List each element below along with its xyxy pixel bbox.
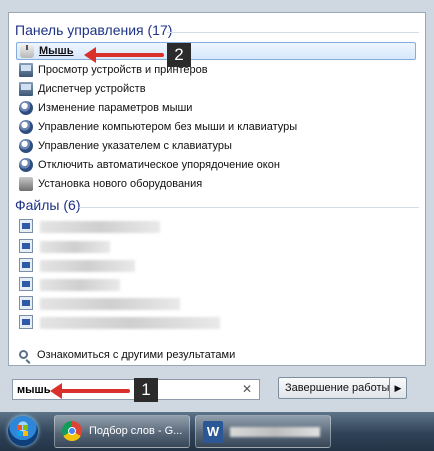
word-file-icon [19,258,33,272]
screen: Панель управления (17) Мышь Просмотр уст… [0,0,434,451]
shutdown-button[interactable]: Завершение работы [278,377,406,399]
device-manager-icon [19,82,33,96]
result-item-label: Управление указателем с клавиатуры [38,140,232,152]
redacted-label [40,279,120,291]
taskbar-button-word[interactable]: W [195,415,331,448]
see-more-label: Ознакомиться с другими результатами [37,349,236,361]
group-divider [79,207,419,208]
result-item-no-mouse-keyboard[interactable]: Управление компьютером без мыши и клавиа… [16,119,416,137]
result-item-device-manager[interactable]: Диспетчер устройств [16,81,416,99]
result-item-label: Мышь [39,45,74,57]
result-item-mouse-settings[interactable]: Изменение параметров мыши [16,100,416,118]
word-file-icon [19,296,33,310]
result-item-label: Диспетчер устройств [38,83,146,95]
redacted-label [40,298,180,310]
taskbar-button-chrome[interactable]: Подбор слов - G... [54,415,190,448]
control-panel-group-title[interactable]: Панель управления (17) [15,22,172,38]
result-item-devices-printers[interactable]: Просмотр устройств и принтеров [16,62,416,80]
ease-of-access-icon [19,120,33,134]
shutdown-label: Завершение работы [285,382,390,394]
start-menu: Панель управления (17) Мышь Просмотр уст… [0,0,434,412]
file-result-item[interactable] [16,257,416,275]
result-item-mouse[interactable]: Мышь [16,42,416,60]
search-icon [19,350,28,359]
word-file-icon [19,277,33,291]
result-item-label: Изменение параметров мыши [38,102,193,114]
file-result-item[interactable] [16,218,416,236]
result-item-label: Отключить автоматическое упорядочение ок… [38,159,280,171]
file-result-item[interactable] [16,238,416,256]
redacted-label [230,427,320,437]
file-result-item[interactable] [16,314,416,332]
annotation-badge-1: 1 [134,378,158,402]
hardware-icon [19,177,33,191]
shutdown-options-button[interactable]: ▶ [389,377,407,399]
devices-icon [19,63,33,77]
group-divider [167,32,419,33]
search-results-pane: Панель управления (17) Мышь Просмотр уст… [8,12,426,366]
word-file-icon [19,315,33,329]
chevron-right-icon: ▶ [394,383,402,393]
result-item-label: Установка нового оборудования [38,178,203,190]
windows-logo-icon [17,425,29,437]
ease-of-access-icon [19,139,33,153]
ease-of-access-icon [19,158,33,172]
word-file-icon [19,239,33,253]
redacted-label [40,260,135,272]
redacted-label [40,241,110,253]
image-file-icon [19,219,33,233]
annotation-arrow-1 [50,383,130,399]
result-item-window-arrange[interactable]: Отключить автоматическое упорядочение ок… [16,157,416,175]
redacted-label [40,317,220,329]
file-result-item[interactable] [16,276,416,294]
close-icon[interactable]: ✕ [242,382,252,396]
chrome-icon [62,421,82,441]
annotation-arrow-2 [84,47,164,63]
file-result-item[interactable] [16,295,416,313]
files-group-title[interactable]: Файлы (6) [15,197,80,213]
redacted-label [40,221,160,233]
taskbar-button-label: Подбор слов - G... [89,425,183,437]
annotation-badge-2: 2 [167,43,191,67]
control-panel-icon [19,101,33,115]
taskbar: Подбор слов - G... W [0,412,434,451]
result-item-label: Управление компьютером без мыши и клавиа… [38,121,298,133]
result-item-add-hardware[interactable]: Установка нового оборудования [16,176,416,194]
word-icon: W [203,421,223,443]
mouse-icon [20,44,34,58]
result-item-mouse-keys[interactable]: Управление указателем с клавиатуры [16,138,416,156]
